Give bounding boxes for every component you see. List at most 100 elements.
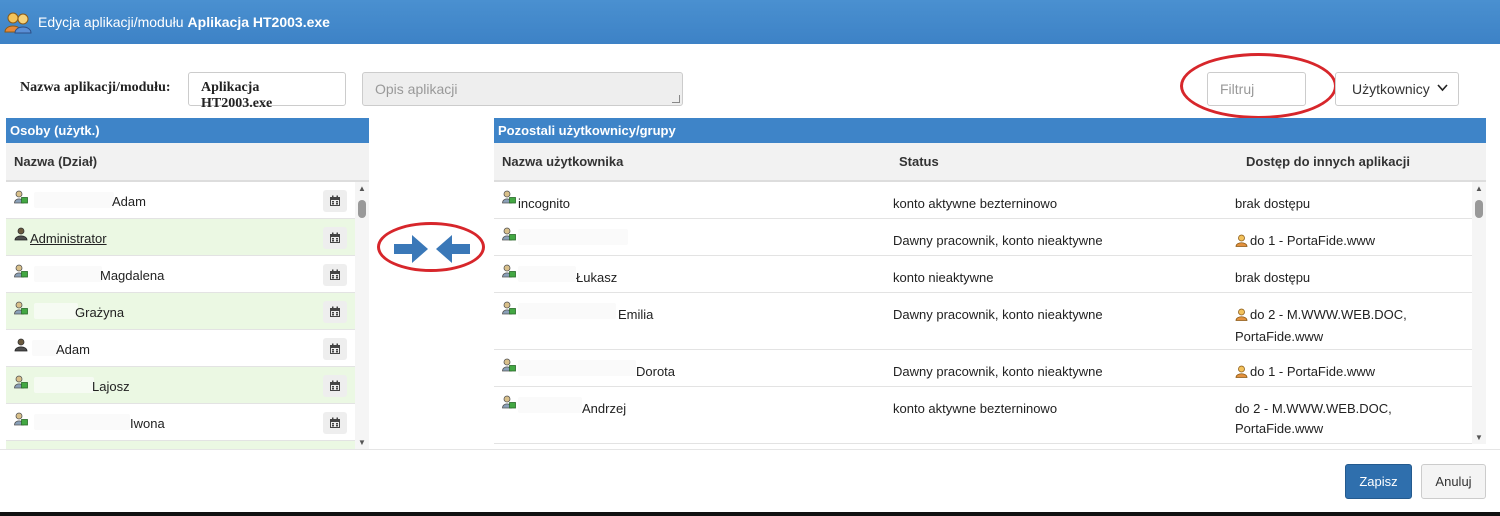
description-placeholder: Opis aplikacji xyxy=(375,81,458,97)
user-lock-icon xyxy=(502,227,516,241)
user-lock-icon xyxy=(502,190,516,204)
person-icon xyxy=(1235,307,1248,327)
dialog-title-prefix: Edycja aplikacji/modułu xyxy=(38,14,184,30)
user-name: Andrzej xyxy=(582,401,627,416)
app-name-label: Nazwa aplikacji/modułu: xyxy=(20,80,171,95)
user-status: Dawny pracownik, konto nieaktywne xyxy=(893,364,1103,379)
dialog-titlebar: Edycja aplikacji/modułu Aplikacja HT2003… xyxy=(0,0,1500,44)
table-row[interactable]: Łukasz konto nieaktywne brak dostępu xyxy=(494,256,1472,293)
app-name-input[interactable]: Aplikacja HT2003.exe xyxy=(188,72,346,111)
app-description-textarea[interactable]: Opis aplikacji xyxy=(362,72,683,106)
user-access-cell: do 1 - PortaFide.www xyxy=(1235,231,1375,253)
column-header-username[interactable]: Nazwa użytkownika xyxy=(502,154,623,169)
right-column-headers: Nazwa użytkownika Status Dostęp do innyc… xyxy=(494,143,1486,182)
user-lock-icon xyxy=(502,301,516,315)
redacted-text xyxy=(518,397,582,413)
scroll-up-icon[interactable]: ▲ xyxy=(1472,184,1486,193)
dialog-title-app: Aplikacja HT2003.exe xyxy=(187,14,330,30)
scroll-thumb[interactable] xyxy=(1475,200,1483,218)
scroll-down-icon[interactable]: ▼ xyxy=(355,438,369,447)
user-type-select[interactable]: Użytkownicy xyxy=(1335,72,1459,106)
chevron-down-icon xyxy=(1437,83,1448,95)
calendar-icon[interactable] xyxy=(323,412,347,434)
table-row[interactable]: Emilia Dawny pracownik, konto nieaktywne… xyxy=(494,293,1472,350)
list-item-name: Adam xyxy=(112,194,146,209)
user-name: Emilia xyxy=(618,307,654,322)
user-lock-icon xyxy=(14,412,28,426)
users-icon xyxy=(4,8,32,36)
calendar-icon[interactable] xyxy=(323,264,347,286)
table-row[interactable]: incognito konto aktywne bezterninowo bra… xyxy=(494,182,1472,219)
redacted-text xyxy=(518,360,636,376)
redacted-text xyxy=(34,266,102,282)
calendar-icon[interactable] xyxy=(323,338,347,360)
user-lock-icon xyxy=(14,190,28,204)
user-access: brak dostępu xyxy=(1235,196,1311,211)
list-item-name: Lajosz xyxy=(92,379,130,394)
left-column-header[interactable]: Nazwa (Dział) xyxy=(6,143,369,182)
list-item-name-link[interactable]: Administrator xyxy=(30,231,107,246)
user-status: konto aktywne bezterninowo xyxy=(893,196,1058,211)
left-panel-title: Osoby (użytk.) xyxy=(6,118,369,143)
user-lock-icon xyxy=(502,358,516,372)
calendar-icon[interactable] xyxy=(323,301,347,323)
redacted-text xyxy=(518,303,616,319)
list-item-name: Grażyna xyxy=(75,305,125,320)
list-item[interactable]: Administrator xyxy=(6,219,355,256)
resize-handle-icon[interactable] xyxy=(672,95,680,103)
calendar-icon[interactable] xyxy=(323,190,347,212)
user-lock-icon xyxy=(502,264,516,278)
list-item[interactable] xyxy=(6,441,355,449)
user-status: Dawny pracownik, konto nieaktywne xyxy=(893,307,1103,322)
user-status: konto aktywne bezterninowo xyxy=(893,401,1058,416)
column-header-access[interactable]: Dostęp do innych aplikacji xyxy=(1246,154,1410,169)
window-bottom-edge xyxy=(0,512,1500,516)
annotation-ellipse-arrows xyxy=(377,222,485,272)
redacted-text xyxy=(518,266,576,282)
list-item[interactable]: Lajosz xyxy=(6,367,355,404)
user-lock-icon xyxy=(14,301,28,315)
user-name: incognito xyxy=(518,196,571,211)
list-item-name: Magdalena xyxy=(100,268,165,283)
user-name: Dorota xyxy=(636,364,676,379)
table-row[interactable]: Dawny pracownik, konto nieaktywne do 1 -… xyxy=(494,219,1472,256)
list-item[interactable]: Adam xyxy=(6,182,355,219)
scroll-down-icon[interactable]: ▼ xyxy=(1472,433,1486,442)
user-type-selected: Użytkownicy xyxy=(1352,81,1430,97)
calendar-icon[interactable] xyxy=(323,227,347,249)
cancel-button[interactable]: Anuluj xyxy=(1421,464,1486,499)
list-item[interactable]: Iwona xyxy=(6,404,355,441)
admin-user-icon xyxy=(14,338,28,352)
scroll-up-icon[interactable]: ▲ xyxy=(355,184,369,193)
right-list-scrollbar[interactable]: ▲ ▼ xyxy=(1472,182,1486,444)
left-list-scrollbar[interactable]: ▲ ▼ xyxy=(355,182,369,449)
redacted-text xyxy=(32,340,58,356)
list-item[interactable]: Grażyna xyxy=(6,293,355,330)
person-icon xyxy=(1235,364,1248,384)
user-access: do 1 - PortaFide.www xyxy=(1250,364,1375,379)
user-name: Łukasz xyxy=(576,270,618,285)
column-header-status[interactable]: Status xyxy=(899,154,939,169)
user-lock-icon xyxy=(14,375,28,389)
user-lock-icon xyxy=(502,395,516,409)
table-row[interactable]: Andrzej konto aktywne bezterninowo do 2 … xyxy=(494,387,1472,444)
user-access-cell: do 2 - M.WWW.WEB.DOC, PortaFide.www xyxy=(1235,399,1392,439)
user-lock-icon xyxy=(14,264,28,278)
scroll-thumb[interactable] xyxy=(358,200,366,218)
user-access: do 2 - M.WWW.WEB.DOC, xyxy=(1250,307,1407,322)
calendar-icon[interactable] xyxy=(323,375,347,397)
users-list: incognito konto aktywne bezterninowo bra… xyxy=(494,182,1472,444)
save-button[interactable]: Zapisz xyxy=(1345,464,1412,499)
redacted-text xyxy=(34,192,114,208)
user-access-cell: do 2 - M.WWW.WEB.DOC, PortaFide.www xyxy=(1235,305,1407,347)
user-access-cell: do 1 - PortaFide.www xyxy=(1235,362,1375,384)
user-access: do 1 - PortaFide.www xyxy=(1250,233,1375,248)
redacted-text xyxy=(518,229,628,245)
list-item-name: Adam xyxy=(56,342,90,357)
user-access-line2: PortaFide.www xyxy=(1235,329,1324,344)
table-row[interactable]: Dorota Dawny pracownik, konto nieaktywne… xyxy=(494,350,1472,387)
redacted-text xyxy=(34,414,130,430)
list-item[interactable]: Magdalena xyxy=(6,256,355,293)
list-item[interactable]: Adam xyxy=(6,330,355,367)
list-item-name: Iwona xyxy=(130,416,165,431)
